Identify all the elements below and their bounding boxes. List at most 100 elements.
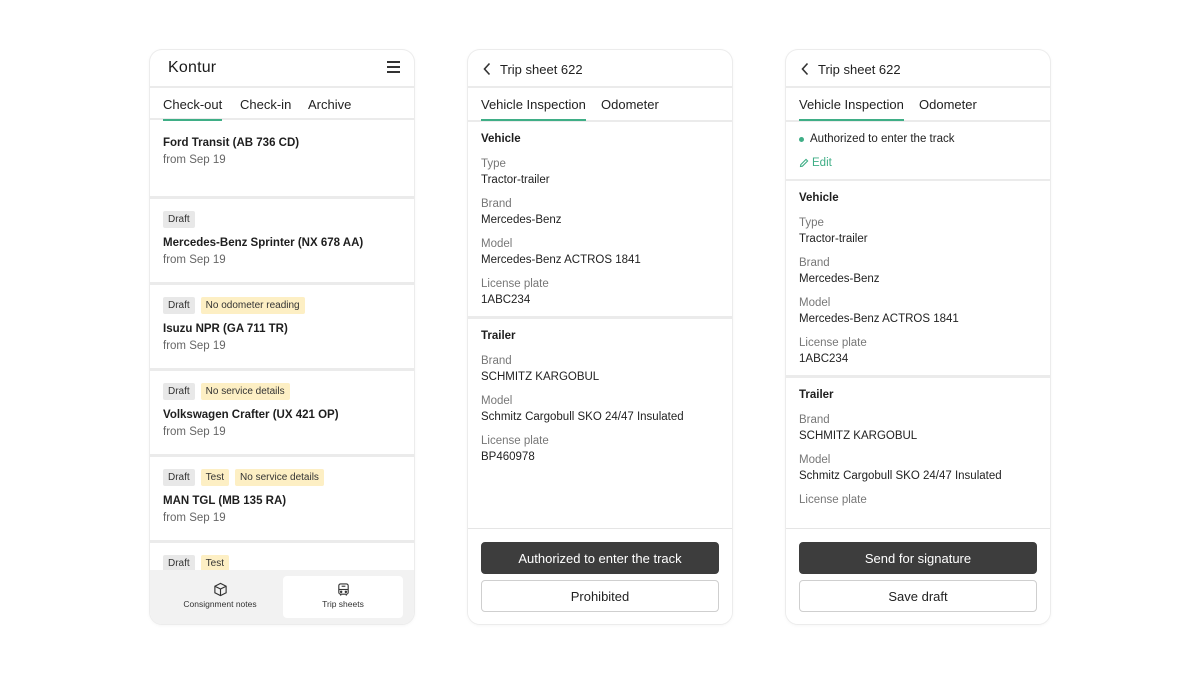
field-label: Brand bbox=[481, 355, 512, 367]
field-label: License plate bbox=[799, 494, 867, 506]
badge-row: Draft No odometer reading bbox=[163, 285, 401, 314]
vehicle-type-value: Tractor-trailer bbox=[481, 174, 550, 186]
trip-list: Ford Transit (AB 736 CD) from Sep 19 Dra… bbox=[150, 122, 414, 624]
inspection-content: Authorized to enter the track Edit Vehic… bbox=[786, 122, 1050, 506]
vehicle-model-value: Mercedes-Benz ACTROS 1841 bbox=[799, 313, 959, 325]
app-header: Kontur bbox=[150, 50, 414, 86]
vehicle-title: Mercedes-Benz Sprinter (NX 678 AA) bbox=[163, 237, 364, 249]
trip-date: from Sep 19 bbox=[163, 512, 226, 524]
tab-odometer[interactable]: Odometer bbox=[601, 97, 659, 112]
tab-odometer[interactable]: Odometer bbox=[919, 97, 977, 112]
field-label: Type bbox=[481, 158, 506, 170]
page-title: Trip sheet 622 bbox=[818, 62, 901, 77]
package-icon bbox=[213, 582, 227, 597]
vehicle-plate-value: 1ABC234 bbox=[481, 294, 531, 306]
list-item[interactable]: Draft No service details Volkswagen Craf… bbox=[150, 371, 414, 457]
warning-badge: No service details bbox=[200, 383, 290, 400]
draft-badge: Draft bbox=[163, 383, 195, 400]
field-label: License plate bbox=[799, 337, 867, 349]
field-label: Model bbox=[799, 454, 831, 466]
draft-badge: Draft bbox=[163, 211, 195, 228]
tab-archive[interactable]: Archive bbox=[308, 97, 351, 112]
chevron-left-icon[interactable] bbox=[482, 62, 492, 76]
section-title-trailer: Trailer bbox=[481, 330, 516, 342]
vehicle-title: MAN TGL (MB 135 RA) bbox=[163, 495, 287, 507]
trip-date: from Sep 19 bbox=[163, 254, 226, 266]
tab-check-in[interactable]: Check-in bbox=[240, 97, 291, 112]
trailer-model-value: Schmitz Cargobull SKO 24/47 Insulated bbox=[799, 470, 1002, 482]
test-badge: Test bbox=[200, 469, 230, 486]
trip-sheet-inspection-screen: Trip sheet 622 Vehicle Inspection Odomet… bbox=[468, 50, 732, 624]
bus-icon bbox=[337, 583, 349, 596]
section-title-vehicle: Vehicle bbox=[799, 192, 839, 204]
inspection-content: Vehicle Type Tractor-trailer Brand Merce… bbox=[468, 122, 732, 463]
hamburger-menu-icon[interactable] bbox=[387, 61, 400, 73]
field-label: Brand bbox=[481, 198, 512, 210]
field-label: Model bbox=[481, 238, 513, 250]
trailer-plate-value: BP460978 bbox=[481, 451, 535, 463]
kontur-logo: Kontur bbox=[168, 59, 217, 76]
warning-badge: No odometer reading bbox=[200, 297, 305, 314]
action-bar: Send for signature Save draft bbox=[786, 528, 1050, 624]
field-label: License plate bbox=[481, 435, 549, 447]
badge-row: Draft Test No service details bbox=[163, 457, 401, 486]
status-dot-icon bbox=[799, 136, 804, 142]
trailer-brand-value: SCHMITZ KARGOBUL bbox=[799, 430, 918, 442]
warning-badge: No service details bbox=[235, 469, 324, 486]
badge-row: Draft bbox=[163, 199, 401, 228]
trip-list-screen: Kontur Check-out Check-in Archive Ford T… bbox=[150, 50, 414, 624]
vehicle-title: Isuzu NPR (GA 711 TR) bbox=[163, 323, 288, 335]
authorize-button[interactable]: Authorized to enter the track bbox=[481, 542, 719, 574]
draft-badge: Draft bbox=[163, 469, 195, 486]
pencil-icon bbox=[799, 158, 809, 168]
trailer-model-value: Schmitz Cargobull SKO 24/47 Insulated bbox=[481, 411, 684, 423]
list-item[interactable]: Draft Mercedes-Benz Sprinter (NX 678 AA)… bbox=[150, 199, 414, 285]
inspection-tabs: Vehicle Inspection Odometer bbox=[468, 88, 732, 122]
list-item[interactable]: Ford Transit (AB 736 CD) from Sep 19 bbox=[150, 137, 414, 199]
trip-sheet-header: Trip sheet 622 bbox=[786, 50, 1050, 88]
list-item[interactable]: Draft No odometer reading Isuzu NPR (GA … bbox=[150, 285, 414, 371]
tab-vehicle-inspection[interactable]: Vehicle Inspection bbox=[481, 97, 586, 121]
send-for-signature-button[interactable]: Send for signature bbox=[799, 542, 1037, 574]
section-title-vehicle: Vehicle bbox=[481, 133, 521, 145]
vehicle-title: Ford Transit (AB 736 CD) bbox=[163, 137, 300, 149]
inspection-tabs: Vehicle Inspection Odometer bbox=[786, 88, 1050, 122]
field-label: Model bbox=[481, 395, 513, 407]
authorization-status: Authorized to enter the track bbox=[799, 122, 1037, 145]
trip-date: from Sep 19 bbox=[163, 426, 226, 438]
trip-sheet-authorized-screen: Trip sheet 622 Vehicle Inspection Odomet… bbox=[786, 50, 1050, 624]
action-bar: Authorized to enter the track Prohibited bbox=[468, 528, 732, 624]
list-item[interactable]: Draft Test No service details MAN TGL (M… bbox=[150, 457, 414, 543]
chevron-left-icon[interactable] bbox=[800, 62, 810, 76]
edit-label: Edit bbox=[812, 157, 832, 169]
field-label: Brand bbox=[799, 257, 830, 269]
vehicle-brand-value: Mercedes-Benz bbox=[481, 214, 562, 226]
trip-sheet-header: Trip sheet 622 bbox=[468, 50, 732, 88]
nav-trip-sheets[interactable]: Trip sheets bbox=[283, 576, 403, 618]
nav-consignment-notes[interactable]: Consignment notes bbox=[160, 576, 280, 618]
direction-tabs: Check-out Check-in Archive bbox=[150, 86, 414, 121]
tab-vehicle-inspection[interactable]: Vehicle Inspection bbox=[799, 97, 904, 121]
vehicle-type-value: Tractor-trailer bbox=[799, 233, 868, 245]
edit-link[interactable]: Edit bbox=[799, 157, 1037, 169]
prohibit-button[interactable]: Prohibited bbox=[481, 580, 719, 612]
vehicle-title: Volkswagen Crafter (UX 421 OP) bbox=[163, 409, 339, 421]
trailer-brand-value: SCHMITZ KARGOBUL bbox=[481, 371, 600, 383]
field-label: Brand bbox=[799, 414, 830, 426]
trip-date: from Sep 19 bbox=[163, 340, 226, 352]
draft-badge: Draft bbox=[163, 297, 195, 314]
nav-label: Consignment notes bbox=[183, 599, 257, 609]
bottom-navigation: Consignment notes Trip sheets bbox=[150, 570, 414, 624]
vehicle-model-value: Mercedes-Benz ACTROS 1841 bbox=[481, 254, 641, 266]
field-label: Model bbox=[799, 297, 831, 309]
nav-label: Trip sheets bbox=[322, 599, 364, 609]
badge-row: Draft No service details bbox=[163, 371, 401, 400]
trip-date: from Sep 19 bbox=[163, 154, 226, 166]
field-label: License plate bbox=[481, 278, 549, 290]
tab-check-out[interactable]: Check-out bbox=[163, 97, 223, 121]
vehicle-brand-value: Mercedes-Benz bbox=[799, 273, 880, 285]
status-text: Authorized to enter the track bbox=[810, 133, 955, 145]
save-draft-button[interactable]: Save draft bbox=[799, 580, 1037, 612]
badge-row: Draft Test bbox=[163, 543, 401, 572]
field-label: Type bbox=[799, 217, 824, 229]
